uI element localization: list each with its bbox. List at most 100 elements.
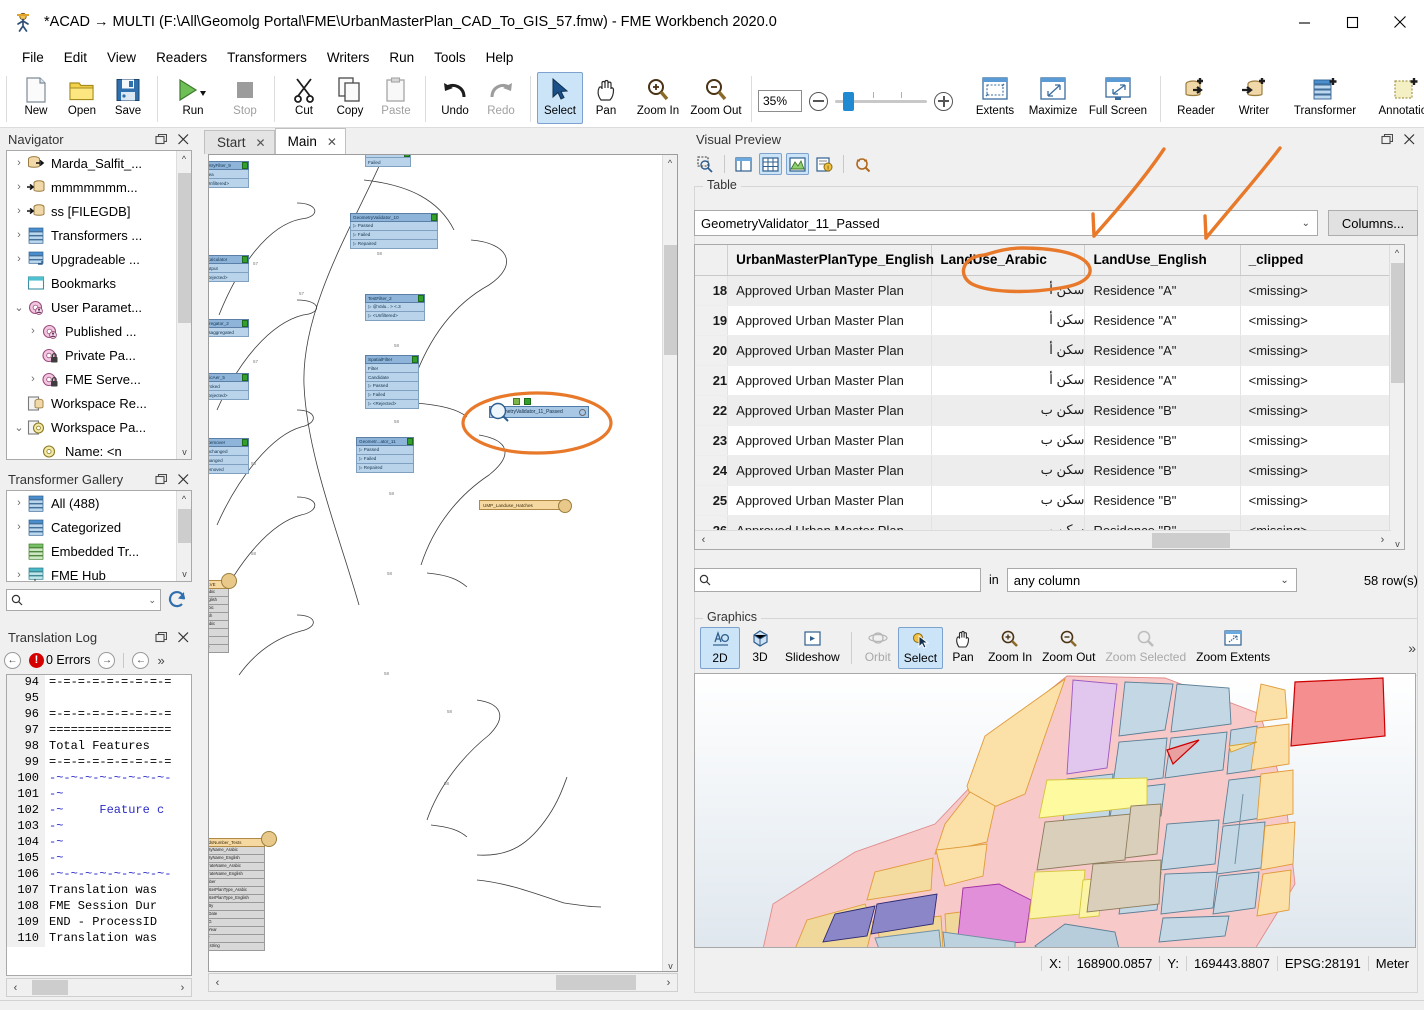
close-icon[interactable]: ✕ <box>256 136 266 150</box>
navigator-item-1[interactable]: › mmmmmmm... <box>7 175 191 199</box>
scroll-down-icon[interactable]: v <box>177 566 191 581</box>
node-port[interactable]: Area <box>209 162 249 179</box>
canvas-hscrollbar[interactable]: ‹ › <box>208 973 678 992</box>
gallery-item-1[interactable]: › Categorized <box>7 515 191 539</box>
column-header-urbanmasterplantype-english[interactable]: UrbanMasterPlanType_English <box>727 245 934 276</box>
copy-button[interactable]: Copy <box>327 72 373 124</box>
menu-edit[interactable]: Edit <box>54 47 97 68</box>
table-row[interactable]: 22 Approved Urban Master Plan سكن ب Residen… <box>695 395 1404 426</box>
gallery-item-0[interactable]: › All (488) <box>7 491 191 515</box>
add-annotation-button[interactable]: Annotation <box>1367 72 1424 124</box>
scroll-up-icon[interactable]: ^ <box>177 151 191 166</box>
node-port[interactable]: Candidate <box>365 373 419 382</box>
search-magnifier-icon[interactable] <box>851 153 874 175</box>
column-header-landuse-english[interactable]: LandUse_English <box>1084 245 1241 276</box>
table-row[interactable]: 18 Approved Urban Master Plan سكن أ Residen… <box>695 275 1404 306</box>
find-column-dropdown[interactable]: any column ⌄ <box>1006 568 1297 592</box>
next-arrow-icon[interactable]: → <box>98 651 116 669</box>
gallery-search-box[interactable]: ⌄ <box>6 589 161 611</box>
close-icon[interactable]: ✕ <box>327 135 337 149</box>
scroll-thumb[interactable] <box>1152 532 1230 548</box>
inspect-icon[interactable] <box>694 153 717 175</box>
transformer-node[interactable]: TestFilter_2 ▷ @Valu.. > <.3 ▷ <Unfilter… <box>365 294 425 321</box>
chevron-right-icon[interactable]: › <box>11 253 27 265</box>
node-port[interactable]: ▷ Failed <box>356 455 414 464</box>
node-port[interactable]: ▷ Repaired <box>350 240 438 249</box>
close-button[interactable] <box>1376 0 1424 44</box>
graphics-slideshow-button[interactable]: Slideshow <box>780 627 845 669</box>
add-transformer-button[interactable]: Transformer <box>1283 72 1367 124</box>
chevron-right-icon[interactable]: › <box>11 181 27 193</box>
scroll-thumb[interactable] <box>556 975 636 990</box>
navigator-item-12[interactable]: Name: <n <box>7 439 191 459</box>
menu-tools[interactable]: Tools <box>424 47 476 68</box>
navigator-item-2[interactable]: › ss [FILEGDB] <box>7 199 191 223</box>
graphics-zoom-extents-button[interactable]: Zoom Extents <box>1191 627 1275 669</box>
chevron-right-icon[interactable]: › <box>11 521 27 533</box>
writer-feature-node[interactable]: UMP_Landuse_Hatches <box>479 499 572 513</box>
gallery-tree[interactable]: › All (488) › Categorized Embedded Tr... › FME… <box>6 490 192 582</box>
full-screen-button[interactable]: Full Screen <box>1082 72 1154 124</box>
zoom-in-tool-button[interactable]: Zoom In <box>629 72 687 124</box>
graphics-pan-button[interactable]: Pan <box>943 627 983 669</box>
error-badge[interactable]: ! 0 Errors <box>29 652 90 668</box>
layout-panel-icon[interactable] <box>732 153 755 175</box>
log-hscrollbar[interactable]: ‹ › <box>6 978 192 997</box>
node-port[interactable]: Removed <box>209 465 249 474</box>
scroll-down-icon[interactable]: v <box>177 444 191 459</box>
node-port[interactable]: Unchanged <box>209 439 249 456</box>
navigator-item-9[interactable]: › FME Serve... <box>7 367 191 391</box>
magnifier-icon[interactable] <box>489 402 509 422</box>
menu-run[interactable]: Run <box>379 47 424 68</box>
table-view-icon[interactable] <box>759 153 782 175</box>
inspect-bulb-icon[interactable] <box>513 398 520 405</box>
chevron-down-icon[interactable]: ⌄ <box>148 595 156 606</box>
chevron-down-icon[interactable]: ⌄ <box>1302 218 1310 229</box>
log-body[interactable]: 94 =-=-=-=-=-=-=-=-= 95 96 =-=-=-=-=-=-=-=-=… <box>6 674 192 976</box>
graphics-zoom-out-button[interactable]: Zoom Out <box>1037 627 1100 669</box>
columns-button[interactable]: Columns... <box>1328 210 1418 236</box>
navigator-item-8[interactable]: Private Pa... <box>7 343 191 367</box>
graphics-select-button[interactable]: Select <box>897 627 944 669</box>
find-input-box[interactable] <box>694 568 981 592</box>
navigator-item-4[interactable]: › Upgradeable ... <box>7 247 191 271</box>
menu-readers[interactable]: Readers <box>146 47 217 68</box>
node-port[interactable]: Disaggregated <box>209 320 249 337</box>
pan-tool-button[interactable]: Pan <box>583 72 629 124</box>
graphics-zoom-selected-button[interactable]: Zoom Selected <box>1100 627 1191 669</box>
navigator-item-7[interactable]: › Published ... <box>7 319 191 343</box>
chevron-right-icon[interactable]: › <box>25 325 41 337</box>
table-hscrollbar[interactable]: ‹ › <box>695 530 1391 549</box>
transformer-node[interactable]: ggregator_2 Disaggregated <box>209 319 249 337</box>
transformer-node[interactable]: orticAer_5 Stroked <Rejected> <box>209 373 249 400</box>
stop-button[interactable]: Stop <box>222 72 268 124</box>
add-reader-button[interactable]: Reader <box>1167 72 1225 124</box>
scroll-down-icon[interactable]: v <box>663 958 677 971</box>
add-writer-button[interactable]: Writer <box>1225 72 1283 124</box>
table-row[interactable]: 23 Approved Urban Master Plan سكن ب Residen… <box>695 425 1404 456</box>
close-icon[interactable] <box>177 631 190 644</box>
chevron-right-icon[interactable]: › <box>11 205 27 217</box>
node-port[interactable]: <Unfiltered> <box>209 179 249 188</box>
writer-badge-icon[interactable] <box>221 573 237 589</box>
scroll-up-icon[interactable]: ^ <box>1390 245 1404 260</box>
maximize-view-button[interactable]: Maximize <box>1024 72 1082 124</box>
menu-transformers[interactable]: Transformers <box>217 47 317 68</box>
scroll-right-icon[interactable]: › <box>1374 534 1391 546</box>
feature-info-icon[interactable]: i <box>813 153 836 175</box>
scroll-thumb[interactable] <box>178 173 191 323</box>
zoom-level-input[interactable]: 35% <box>758 90 802 112</box>
maximize-button[interactable] <box>1328 0 1376 44</box>
chevron-down-icon[interactable]: ⌄ <box>11 421 27 434</box>
float-panel-icon[interactable] <box>154 473 168 486</box>
node-port[interactable]: ▷ @Valu.. > <.3 <box>365 295 425 312</box>
node-port[interactable]: ▷ Failed <box>365 391 419 400</box>
inspect-bulb-icon[interactable] <box>524 398 531 405</box>
navigator-item-0[interactable]: › Marda_Salfit_... <box>7 151 191 175</box>
table-row[interactable]: 25 Approved Urban Master Plan سكن ب Residen… <box>695 485 1404 516</box>
gallery-scrollbar[interactable]: ^ v <box>176 491 191 581</box>
node-port[interactable]: ▷ Passed <box>356 438 414 455</box>
node-port[interactable]: Filter <box>365 364 419 373</box>
menu-help[interactable]: Help <box>476 47 524 68</box>
data-table[interactable]: UrbanMasterPlanType_English LandUse_Arab… <box>694 244 1405 550</box>
